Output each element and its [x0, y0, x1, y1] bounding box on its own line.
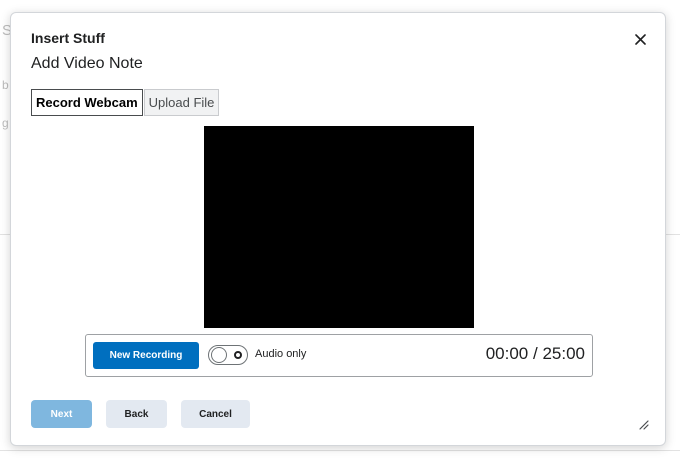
close-button[interactable] — [631, 30, 649, 48]
background-text-fragment: g — [2, 116, 9, 130]
dialog-heading: Add Video Note — [31, 55, 143, 72]
cancel-button[interactable]: Cancel — [181, 400, 250, 428]
audio-only-label: Audio only — [255, 348, 307, 360]
toggle-knob — [211, 347, 227, 363]
next-button[interactable]: Next — [31, 400, 92, 428]
resize-handle[interactable] — [637, 417, 649, 430]
dialog-title: Insert Stuff — [31, 30, 105, 46]
audio-only-toggle[interactable] — [208, 345, 248, 365]
insert-stuff-dialog: Insert Stuff Add Video Note Record Webca… — [10, 12, 666, 446]
background-divider — [0, 450, 680, 451]
new-recording-button[interactable]: New Recording — [93, 342, 199, 369]
tab-upload-file[interactable]: Upload File — [143, 89, 220, 116]
back-button[interactable]: Back — [106, 400, 167, 428]
webcam-preview — [204, 126, 474, 328]
toggle-off-icon — [234, 351, 242, 359]
background-text-fragment: b — [2, 78, 9, 92]
recorder-controls: New Recording Audio only 00:00 / 25:00 — [85, 334, 593, 377]
timer-separator: / — [532, 344, 538, 363]
recording-timer: 00:00 / 25:00 — [486, 344, 585, 364]
tab-record-webcam[interactable]: Record Webcam — [31, 89, 143, 116]
close-icon — [634, 33, 646, 45]
timer-limit: 25:00 — [542, 344, 585, 363]
timer-elapsed: 00:00 — [485, 344, 529, 363]
source-tabs: Record Webcam Upload File — [31, 89, 220, 116]
resize-grip-icon — [639, 420, 649, 430]
